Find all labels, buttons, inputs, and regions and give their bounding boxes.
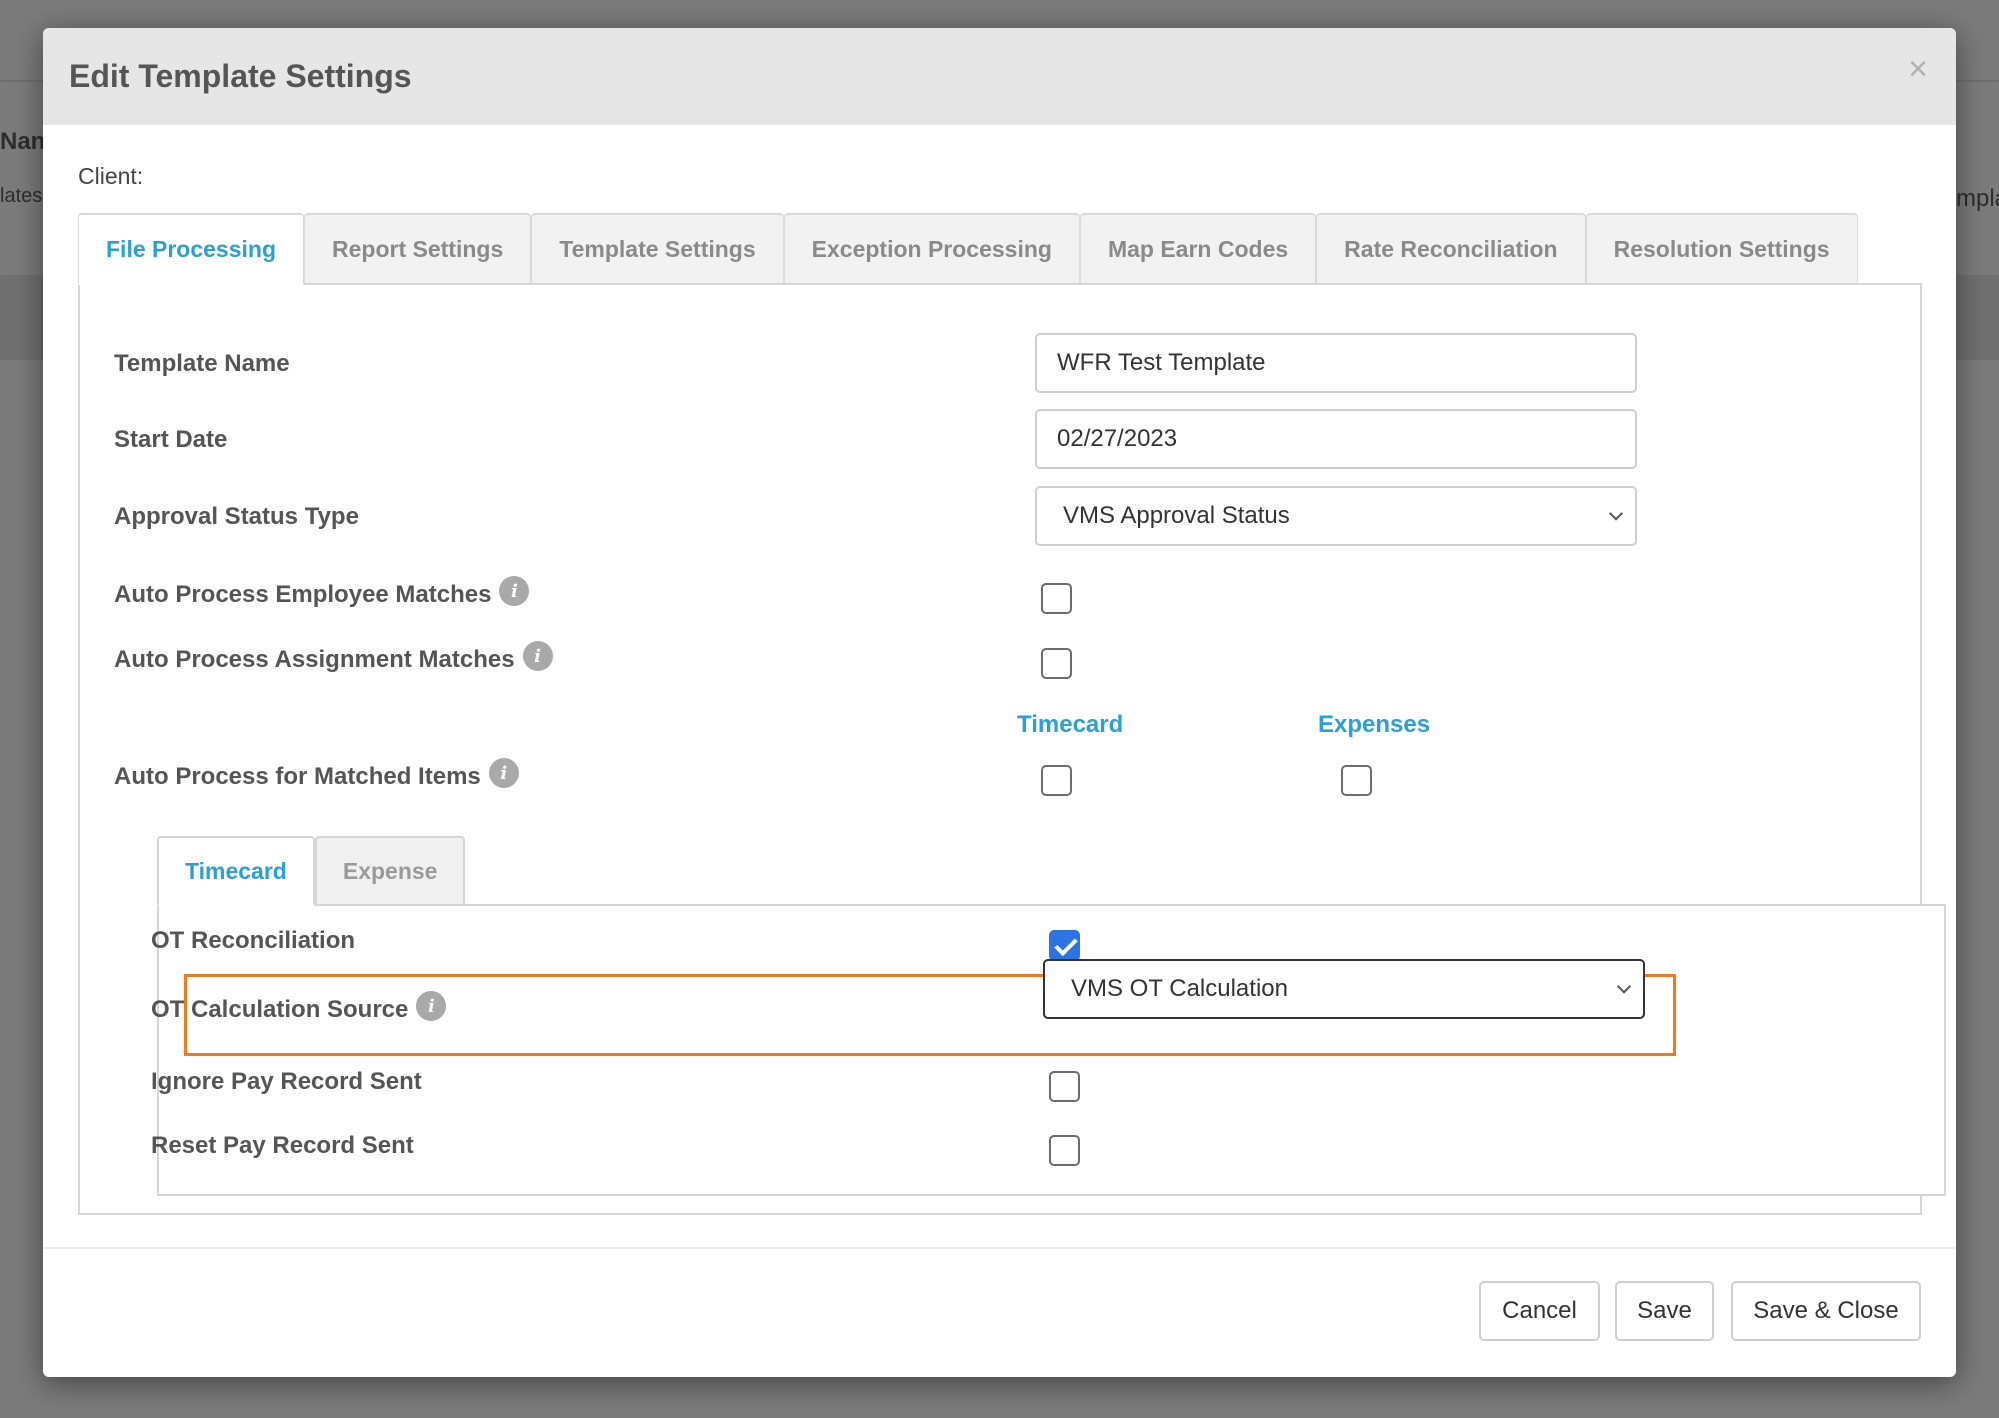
tab-exception-processing[interactable]: Exception Processing xyxy=(783,213,1080,285)
auto-process-matched-label: Auto Process for Matched Items i xyxy=(114,758,519,791)
edit-template-modal: Edit Template Settings × Client: File Pr… xyxy=(43,28,1956,1377)
auto-process-matched-label-text: Auto Process for Matched Items xyxy=(114,763,481,790)
ignore-pay-record-label-text: Ignore Pay Record Sent xyxy=(151,1068,422,1095)
matched-items-tabs: Timecard Expense xyxy=(157,836,466,906)
start-date-input[interactable] xyxy=(1035,409,1637,469)
auto-process-employee-label: Auto Process Employee Matches i xyxy=(114,576,530,609)
background-cell-fragment-right: mpla xyxy=(1956,185,1999,212)
auto-process-employee-checkbox[interactable] xyxy=(1041,583,1072,614)
template-name-label-text: Template Name xyxy=(114,350,290,377)
reset-pay-record-label-text: Reset Pay Record Sent xyxy=(151,1132,414,1159)
footer-divider xyxy=(43,1247,1956,1249)
background-cell-fragment: lates xyxy=(0,185,43,207)
start-date-label: Start Date xyxy=(114,426,227,454)
chevron-down-icon xyxy=(1616,979,1632,994)
ot-calculation-source-value: VMS OT Calculation xyxy=(1071,975,1288,1002)
ot-reconciliation-checkbox[interactable] xyxy=(1049,930,1080,961)
reset-pay-record-label: Reset Pay Record Sent xyxy=(151,1132,414,1160)
info-icon[interactable]: i xyxy=(416,991,447,1021)
start-date-label-text: Start Date xyxy=(114,426,228,453)
timecard-column-header: Timecard xyxy=(1017,711,1124,738)
tab-resolution-settings[interactable]: Resolution Settings xyxy=(1585,213,1858,285)
background-header-fragment: Nan xyxy=(0,128,46,155)
tab-map-earn-codes[interactable]: Map Earn Codes xyxy=(1079,213,1317,285)
tab-template-settings[interactable]: Template Settings xyxy=(531,213,784,285)
ot-reconciliation-label-text: OT Reconciliation xyxy=(151,927,356,954)
tab-report-settings[interactable]: Report Settings xyxy=(304,213,532,285)
template-name-label: Template Name xyxy=(114,350,290,378)
settings-tabs: File Processing Report Settings Template… xyxy=(78,213,1858,285)
ot-calculation-source-label: OT Calculation Source i xyxy=(151,991,447,1024)
info-icon[interactable]: i xyxy=(499,576,530,606)
ignore-pay-record-label: Ignore Pay Record Sent xyxy=(151,1068,422,1096)
matched-timecard-checkbox[interactable] xyxy=(1041,765,1072,796)
approval-status-type-label-text: Approval Status Type xyxy=(114,503,359,530)
ot-calculation-source-select[interactable]: VMS OT Calculation xyxy=(1043,959,1645,1019)
tab-rate-reconciliation[interactable]: Rate Reconciliation xyxy=(1316,213,1586,285)
chevron-down-icon xyxy=(1608,506,1624,521)
reset-pay-record-checkbox[interactable] xyxy=(1049,1135,1080,1166)
auto-process-employee-label-text: Auto Process Employee Matches xyxy=(114,581,492,608)
modal-title: Edit Template Settings xyxy=(69,58,412,94)
tab-file-processing[interactable]: File Processing xyxy=(78,213,305,285)
approval-status-type-value: VMS Approval Status xyxy=(1063,502,1290,529)
info-icon[interactable]: i xyxy=(522,641,553,671)
info-icon[interactable]: i xyxy=(488,758,519,788)
template-name-input[interactable] xyxy=(1035,333,1637,393)
approval-status-type-label: Approval Status Type xyxy=(114,503,359,531)
approval-status-type-select[interactable]: VMS Approval Status xyxy=(1035,486,1637,546)
ot-reconciliation-label: OT Reconciliation xyxy=(151,927,355,955)
auto-process-assignment-checkbox[interactable] xyxy=(1041,648,1072,679)
cancel-button[interactable]: Cancel xyxy=(1479,1281,1600,1341)
expenses-column-header: Expenses xyxy=(1318,711,1431,738)
save-and-close-button[interactable]: Save & Close xyxy=(1731,1281,1921,1341)
close-icon[interactable]: × xyxy=(1908,52,1928,86)
modal-header: Edit Template Settings × xyxy=(43,28,1956,125)
auto-process-assignment-label-text: Auto Process Assignment Matches xyxy=(114,646,515,673)
tab-timecard[interactable]: Timecard xyxy=(157,836,315,906)
tab-expense[interactable]: Expense xyxy=(314,836,466,906)
auto-process-assignment-label: Auto Process Assignment Matches i xyxy=(114,641,553,674)
save-button[interactable]: Save xyxy=(1615,1281,1714,1341)
ot-calculation-source-label-text: OT Calculation Source xyxy=(151,996,409,1023)
client-label: Client: xyxy=(78,163,144,189)
ignore-pay-record-checkbox[interactable] xyxy=(1049,1071,1080,1102)
matched-expenses-checkbox[interactable] xyxy=(1341,765,1372,796)
